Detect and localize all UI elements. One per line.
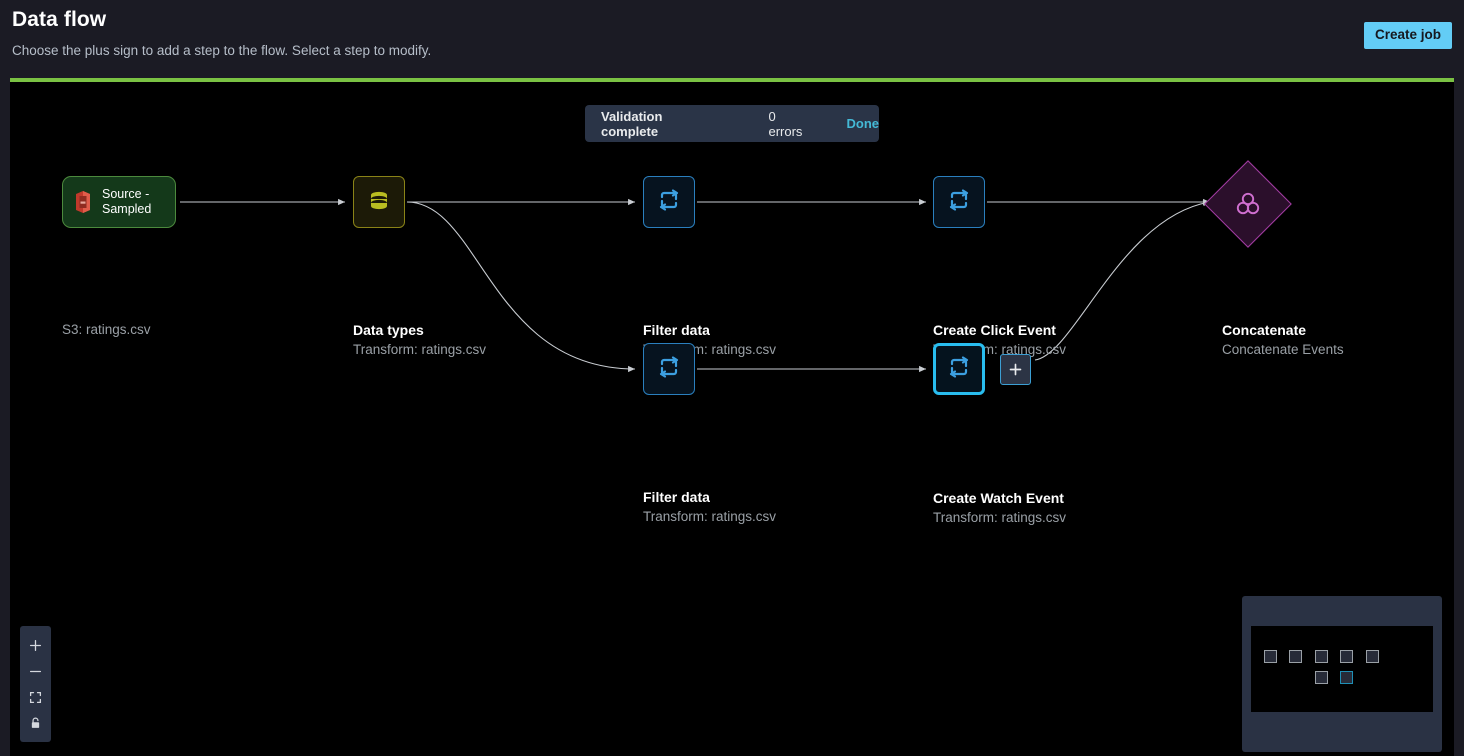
node-filter-data-bottom[interactable] (643, 343, 695, 395)
node-source-label-line2: Sampled (102, 202, 152, 216)
node-source-sampled[interactable]: Source - Sampled (62, 176, 176, 228)
zoom-in-button[interactable] (20, 632, 51, 658)
transform-loop-icon (946, 354, 972, 385)
data-flow-canvas[interactable]: Validation complete 0 errors Done Source… (10, 82, 1454, 756)
node-concatenate-subtitle: Concatenate Events (1222, 342, 1344, 357)
node-concatenate-title: Concatenate (1222, 322, 1307, 338)
validation-done-button[interactable]: Done (847, 116, 880, 131)
validation-banner: Validation complete 0 errors Done (585, 105, 879, 142)
fit-to-screen-button[interactable] (20, 684, 51, 710)
minimap-node (1366, 650, 1379, 663)
canvas-minimap[interactable] (1242, 596, 1442, 752)
lock-icon (31, 717, 40, 728)
minimap-node (1264, 650, 1277, 663)
node-source-label-line1: Source - (102, 187, 150, 201)
lock-canvas-button[interactable] (20, 710, 51, 736)
minimap-node-selected (1340, 671, 1353, 684)
page-header: Data flow Choose the plus sign to add a … (0, 0, 1464, 80)
node-create-watch-event[interactable] (933, 343, 985, 395)
node-filter-data-top-title: Filter data (643, 322, 710, 338)
zoom-toolbar (20, 626, 51, 742)
minimap-node (1315, 671, 1328, 684)
node-filter-data-top[interactable] (643, 176, 695, 228)
add-step-button[interactable] (1000, 354, 1031, 385)
minimap-viewport[interactable] (1251, 626, 1433, 712)
node-source-label: Source - Sampled (102, 187, 151, 217)
transform-loop-icon (656, 354, 682, 385)
node-create-watch-event-title: Create Watch Event (933, 490, 1064, 506)
page-subtitle: Choose the plus sign to add a step to th… (12, 43, 432, 58)
node-source-subtitle: S3: ratings.csv (62, 322, 151, 337)
transform-loop-icon (946, 187, 972, 218)
validation-error-count: 0 errors (768, 108, 803, 139)
node-create-click-event-title: Create Click Event (933, 322, 1056, 338)
node-data-types-title: Data types (353, 322, 424, 338)
s3-bucket-icon (72, 189, 94, 215)
plus-icon (29, 639, 42, 651)
node-filter-data-bottom-subtitle: Transform: ratings.csv (643, 509, 777, 524)
node-data-types[interactable] (353, 176, 405, 228)
minus-icon (29, 670, 42, 672)
node-data-types-subtitle: Transform: ratings.csv (353, 342, 487, 357)
plus-icon (1009, 363, 1022, 376)
page-title: Data flow (12, 8, 107, 31)
transform-loop-icon (656, 187, 682, 218)
database-icon (366, 187, 392, 218)
minimap-node (1289, 650, 1302, 663)
validation-message: Validation complete (601, 108, 663, 139)
node-concatenate-shape (1204, 160, 1292, 248)
node-create-watch-event-subtitle: Transform: ratings.csv (933, 510, 1067, 525)
node-filter-data-bottom-title: Filter data (643, 489, 710, 505)
fit-screen-icon (29, 691, 42, 703)
node-create-click-event[interactable] (933, 176, 985, 228)
node-concatenate[interactable] (1204, 160, 1292, 248)
concatenate-icon (1236, 192, 1260, 215)
create-job-button[interactable]: Create job (1363, 22, 1452, 49)
zoom-out-button[interactable] (20, 658, 51, 684)
data-flow-page: Data flow Choose the plus sign to add a … (0, 0, 1464, 756)
minimap-node (1315, 650, 1328, 663)
minimap-node (1340, 650, 1353, 663)
